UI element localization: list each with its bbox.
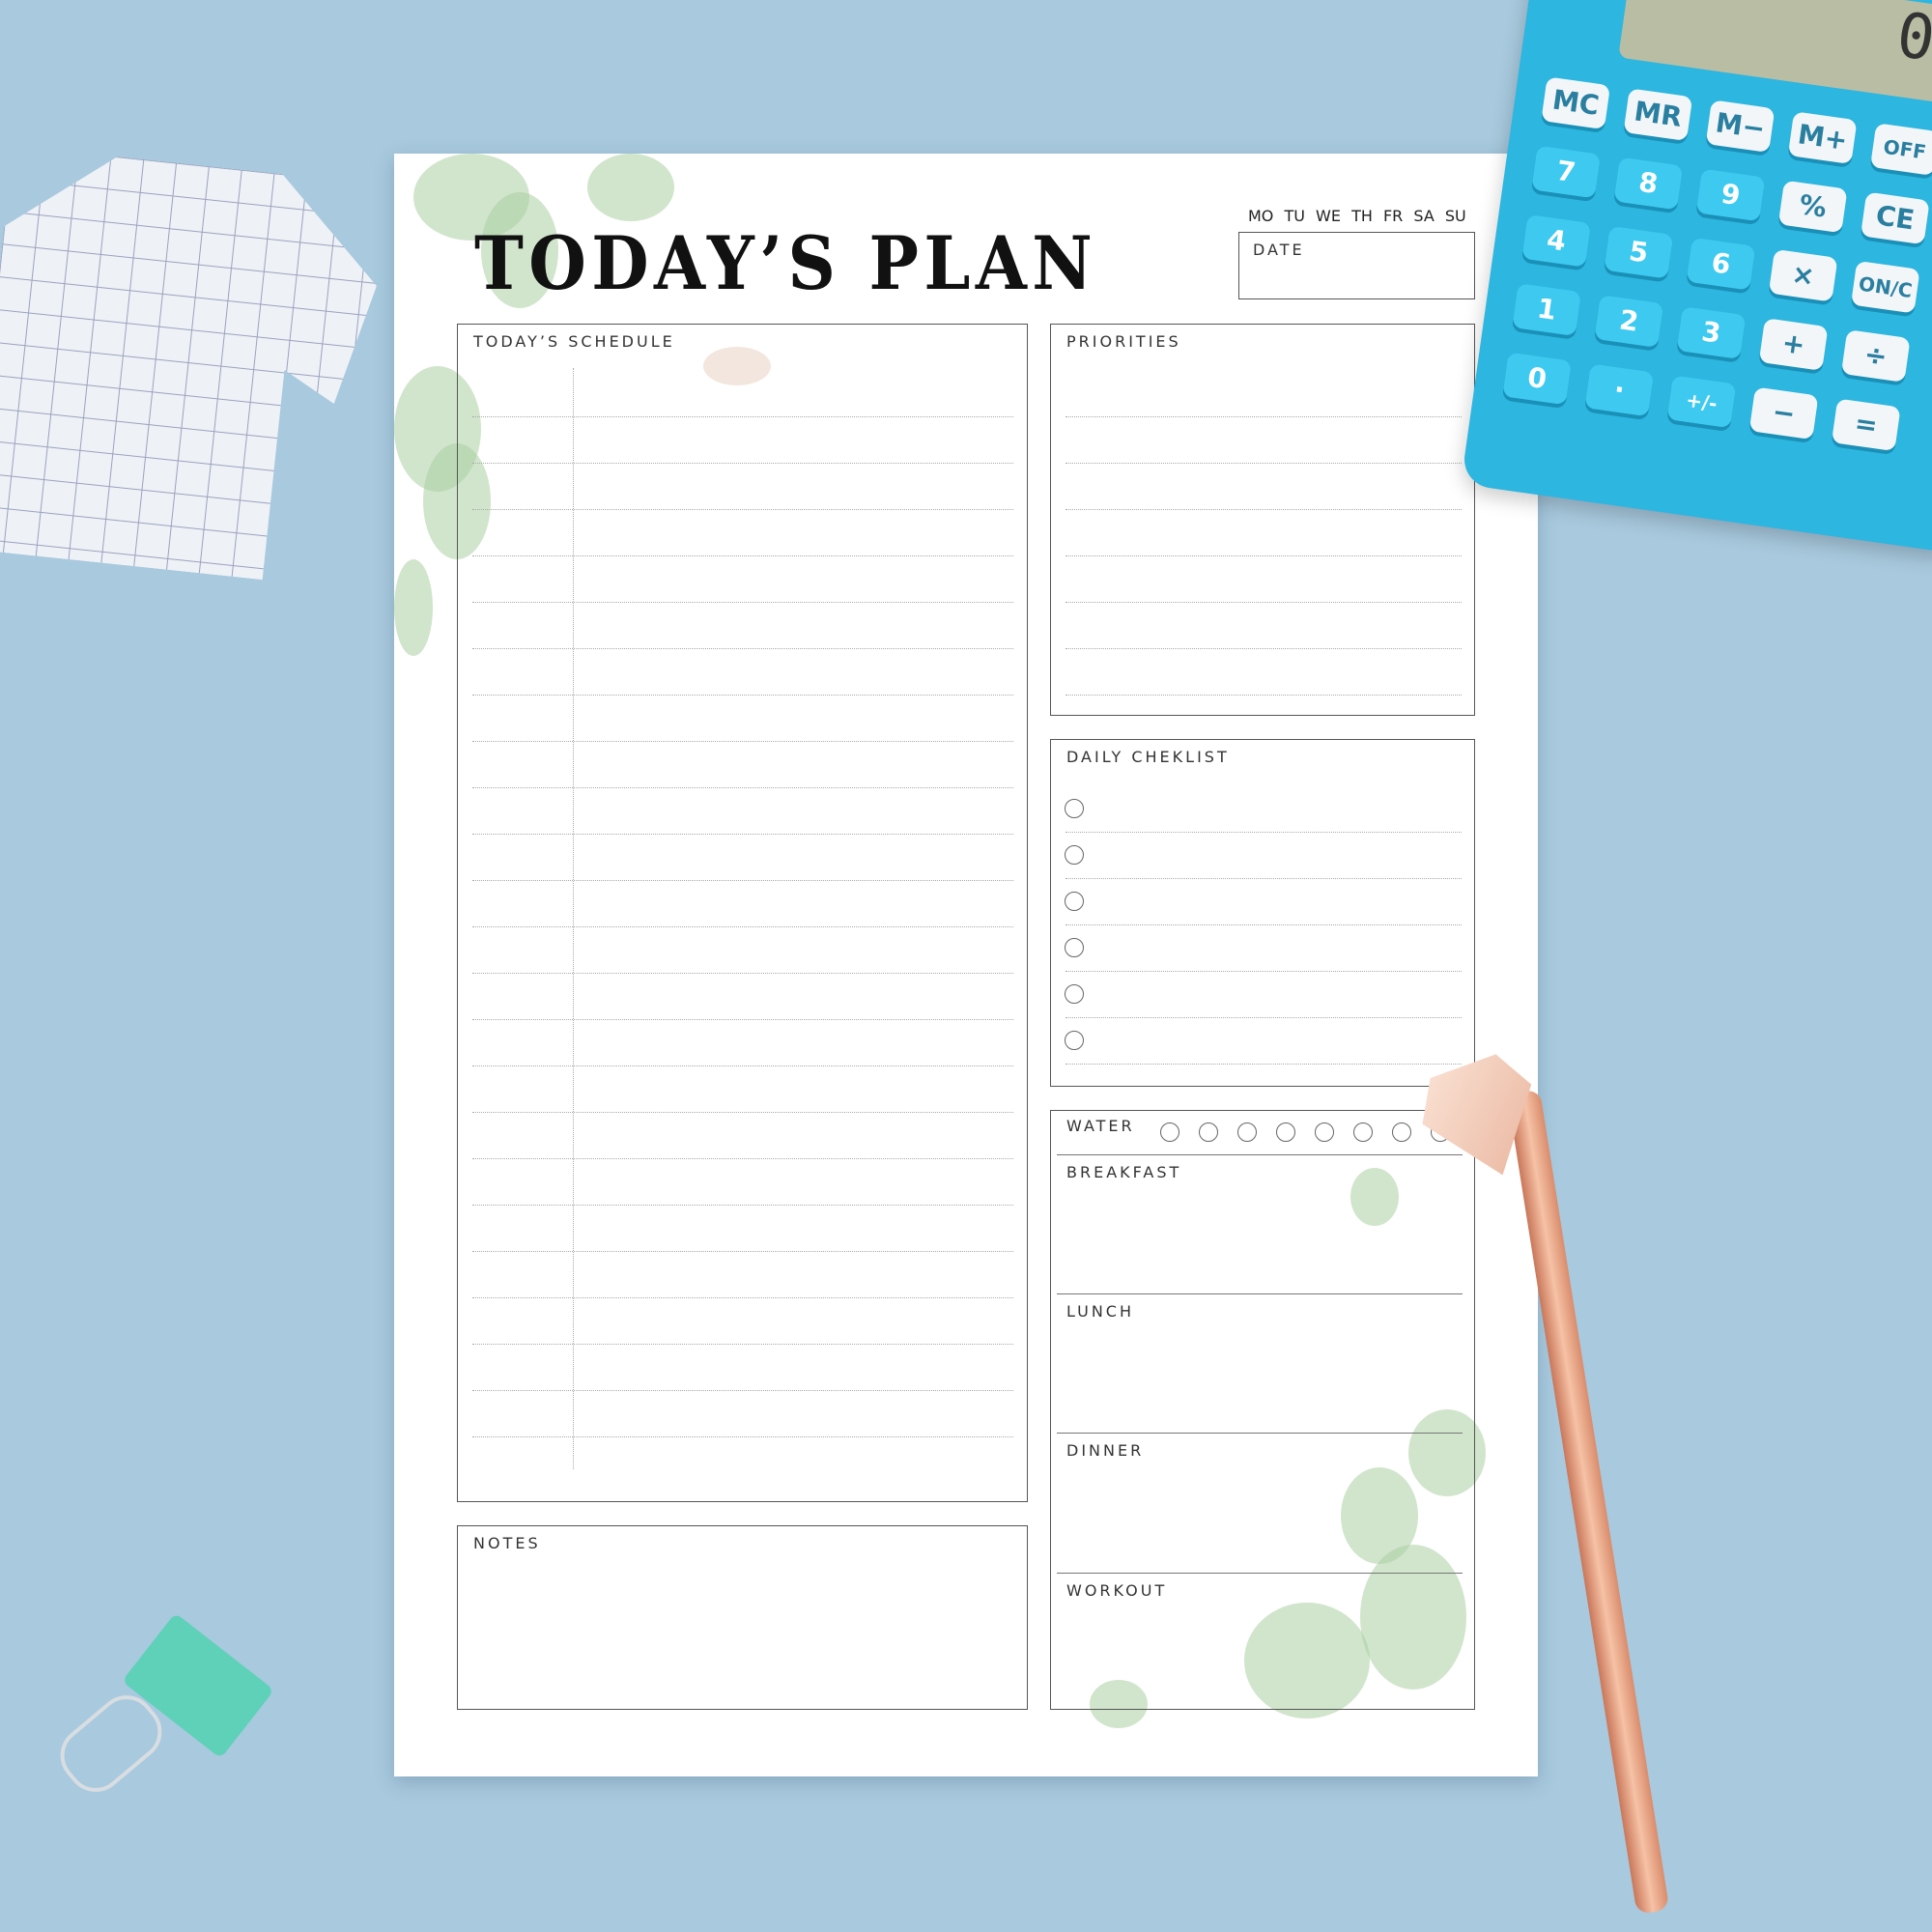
calculator-key[interactable]: % (1777, 180, 1848, 234)
schedule-label: TODAY’S SCHEDULE (473, 332, 675, 351)
priority-row[interactable] (1065, 509, 1462, 510)
checklist-section[interactable]: DAILY CHEKLIST (1050, 739, 1475, 1087)
schedule-row[interactable] (472, 1436, 1013, 1437)
notes-label: NOTES (473, 1534, 541, 1552)
checklist-row[interactable] (1065, 971, 1462, 972)
calculator-key[interactable]: ON/C (1850, 260, 1920, 314)
checkbox[interactable] (1065, 1031, 1084, 1050)
schedule-row[interactable] (472, 416, 1013, 417)
checklist-label: DAILY CHEKLIST (1066, 748, 1230, 766)
calculator-key[interactable]: × (1768, 248, 1838, 302)
date-field[interactable]: DATE (1238, 232, 1475, 299)
calculator-key[interactable]: · (1584, 363, 1655, 417)
water-glass-checkbox[interactable] (1315, 1122, 1334, 1142)
checkbox[interactable] (1065, 799, 1084, 818)
checklist-row[interactable] (1065, 924, 1462, 925)
calculator-key[interactable]: 3 (1676, 306, 1747, 359)
page-title: TODAY’S PLAN (474, 220, 1098, 306)
schedule-row[interactable] (472, 1019, 1013, 1020)
schedule-row[interactable] (472, 1297, 1013, 1298)
calculator-key[interactable]: = (1831, 398, 1901, 452)
calculator-display: 0. (1618, 0, 1932, 109)
calculator-key[interactable]: ÷ (1840, 329, 1911, 383)
calculator-key[interactable]: M+ (1787, 111, 1858, 164)
calculator-key[interactable]: 6 (1686, 237, 1756, 291)
water-glass-checkbox[interactable] (1353, 1122, 1373, 1142)
water-glass-checkbox[interactable] (1160, 1122, 1179, 1142)
schedule-row[interactable] (472, 880, 1013, 881)
checklist-row[interactable] (1065, 1017, 1462, 1018)
schedule-row[interactable] (472, 834, 1013, 835)
weekday-selector[interactable]: MO TU WE TH FR SA SU (1248, 207, 1466, 225)
checklist-row[interactable] (1065, 832, 1462, 833)
schedule-section[interactable]: TODAY’S SCHEDULE (457, 324, 1028, 1502)
calculator-key[interactable]: M− (1705, 99, 1776, 154)
lunch-label: LUNCH (1066, 1302, 1134, 1321)
calculator-key[interactable]: 9 (1695, 168, 1766, 222)
schedule-row[interactable] (472, 741, 1013, 742)
schedule-row[interactable] (472, 648, 1013, 649)
calculator-key[interactable]: OFF (1869, 123, 1932, 176)
calculator-key[interactable]: + (1758, 318, 1829, 371)
water-label: WATER (1066, 1117, 1135, 1135)
priority-row[interactable] (1065, 463, 1462, 464)
calculator-key[interactable]: MC (1541, 76, 1611, 130)
schedule-row[interactable] (472, 1112, 1013, 1113)
notes-section[interactable]: NOTES (457, 1525, 1028, 1710)
calculator-key[interactable]: 2 (1594, 295, 1664, 348)
priorities-label: PRIORITIES (1066, 332, 1181, 351)
checkbox[interactable] (1065, 892, 1084, 911)
checkbox[interactable] (1065, 845, 1084, 865)
breakfast-label: BREAKFAST (1066, 1163, 1182, 1181)
folded-shirt (0, 146, 387, 588)
water-glass-checkbox[interactable] (1237, 1122, 1257, 1142)
date-label: DATE (1253, 241, 1305, 259)
calculator-key[interactable]: 7 (1531, 145, 1602, 199)
calculator-key[interactable]: 0 (1502, 352, 1572, 406)
dinner-label: DINNER (1066, 1441, 1145, 1460)
schedule-row[interactable] (472, 695, 1013, 696)
water-glass-checkbox[interactable] (1276, 1122, 1295, 1142)
checklist-row[interactable] (1065, 878, 1462, 879)
water-glass-checkbox[interactable] (1199, 1122, 1218, 1142)
priority-row[interactable] (1065, 416, 1462, 417)
meals-section: WATER BREAKFAST LUNCH DINNER WORKOUT (1050, 1110, 1475, 1710)
priority-row[interactable] (1065, 602, 1462, 603)
calculator-key[interactable]: 5 (1604, 225, 1674, 279)
checklist-row[interactable] (1065, 1064, 1462, 1065)
schedule-row[interactable] (472, 602, 1013, 603)
calculator: 0. MC MR M− M+ OFF 7 8 9% CE 4 5 6 × ON/C 1 2 3 + ÷ 0 · +/- − = (1461, 0, 1932, 554)
water-glass-checkbox[interactable] (1392, 1122, 1411, 1142)
schedule-row[interactable] (472, 1065, 1013, 1066)
calculator-key[interactable]: MR (1623, 88, 1693, 142)
priority-row[interactable] (1065, 648, 1462, 649)
schedule-row[interactable] (472, 509, 1013, 510)
workout-label: WORKOUT (1066, 1581, 1168, 1600)
calculator-key[interactable]: 8 (1613, 156, 1684, 211)
calculator-key[interactable]: CE (1860, 191, 1930, 245)
priority-row[interactable] (1065, 555, 1462, 556)
schedule-row[interactable] (472, 787, 1013, 788)
schedule-row[interactable] (472, 973, 1013, 974)
time-column-divider (573, 368, 574, 1469)
checkbox[interactable] (1065, 938, 1084, 957)
schedule-row[interactable] (472, 1158, 1013, 1159)
calculator-key[interactable]: 1 (1512, 283, 1582, 336)
schedule-row[interactable] (472, 1344, 1013, 1345)
schedule-row[interactable] (472, 1390, 1013, 1391)
schedule-row[interactable] (472, 463, 1013, 464)
priority-row[interactable] (1065, 695, 1462, 696)
calculator-key[interactable]: 4 (1521, 213, 1592, 268)
calculator-key[interactable]: +/- (1666, 375, 1737, 429)
checkbox[interactable] (1065, 984, 1084, 1004)
schedule-row[interactable] (472, 1205, 1013, 1206)
schedule-row[interactable] (472, 926, 1013, 927)
calculator-key[interactable]: − (1748, 386, 1819, 440)
priorities-section[interactable]: PRIORITIES (1050, 324, 1475, 716)
schedule-row[interactable] (472, 1251, 1013, 1252)
schedule-row[interactable] (472, 555, 1013, 556)
